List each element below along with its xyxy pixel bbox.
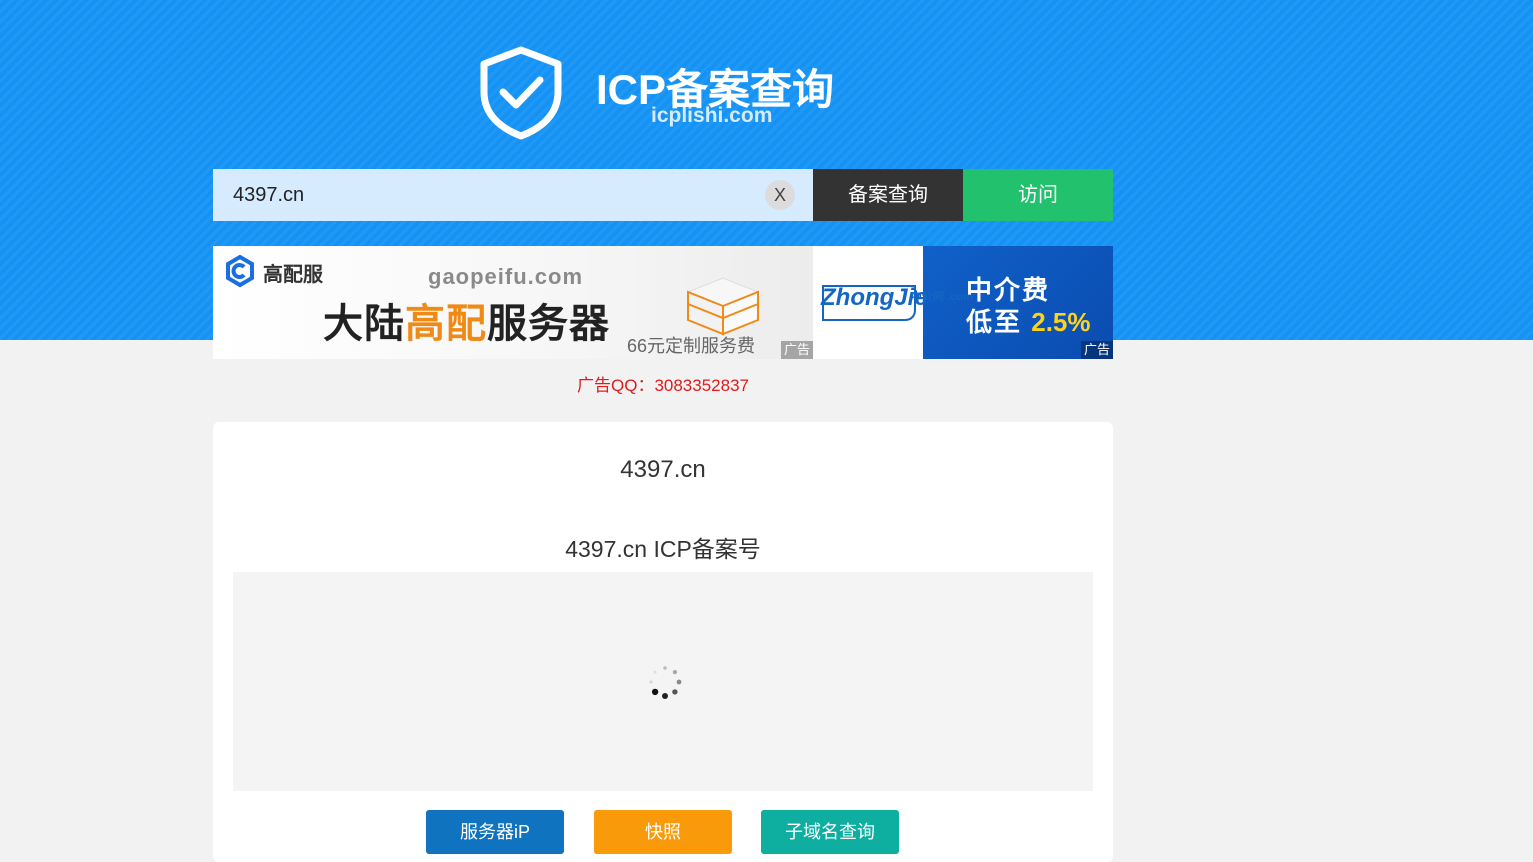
domain-search-input[interactable]	[213, 169, 813, 221]
shield-check-icon	[480, 46, 562, 140]
site-logo[interactable]: ICP备案查询 icplishi.com	[478, 46, 858, 141]
spinner-icon	[649, 666, 682, 699]
icp-result-panel	[233, 572, 1093, 791]
clear-input-button[interactable]: X	[765, 180, 795, 210]
search-bar: X 备案查询 访问	[213, 169, 1113, 221]
ad-contact-qq: 广告QQ：3083352837	[577, 376, 749, 395]
ad-zhongjie-logo-small: 中介网 .com	[911, 291, 973, 303]
icp-number-heading: 4397.cn ICP备案号	[565, 536, 761, 562]
icp-query-button[interactable]: 备案查询	[813, 169, 963, 221]
subdomain-query-button[interactable]: 子域名查询	[761, 810, 899, 854]
ad-headline: 大陆高配服务器	[323, 302, 610, 346]
ad-brand-name: 高配服	[263, 264, 323, 286]
ad-gaopeifu[interactable]: 高配服 gaopeifu.com 大陆高配服务器 66元定制服务费 广告	[213, 246, 813, 359]
server-box-icon	[686, 277, 760, 336]
gaopeifu-logo-icon	[226, 254, 254, 288]
ad-tag: 广告	[781, 341, 813, 359]
server-ip-button[interactable]: 服务器iP	[426, 810, 564, 854]
result-card: 4397.cn 4397.cn ICP备案号 服务器iP 快照 子域名查询	[213, 422, 1113, 862]
ad-domain: gaopeifu.com	[428, 264, 584, 289]
ad-price-text: 66元定制服务费	[627, 336, 756, 356]
snapshot-button[interactable]: 快照	[594, 810, 732, 854]
ad-zhongjie-line2: 低至 2.5%	[966, 307, 1091, 337]
ad-tag: 广告	[1081, 341, 1113, 359]
logo-subtitle: icplishi.com	[651, 104, 773, 127]
visit-button[interactable]: 访问	[963, 169, 1113, 221]
result-domain-title: 4397.cn	[620, 456, 706, 483]
ad-banner-row: 高配服 gaopeifu.com 大陆高配服务器 66元定制服务费 广告 Zho…	[213, 246, 1113, 359]
ad-zhongjie[interactable]: ZhongJie 中介网 .com 中介费 低至 2.5% 广告	[813, 246, 1113, 359]
